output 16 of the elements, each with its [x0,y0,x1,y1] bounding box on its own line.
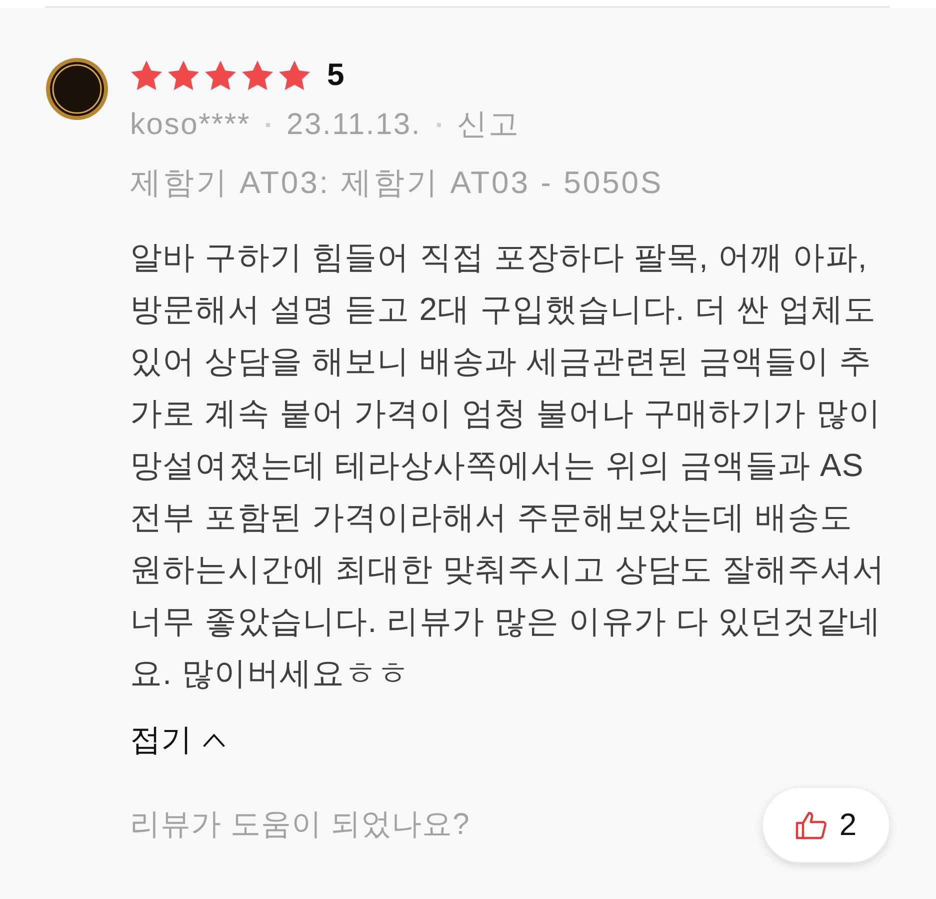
product-option: 제함기 AT03: 제함기 AT03 - 5050S [130,165,896,201]
avatar-icon [45,57,109,121]
star-icon [278,60,311,90]
helpful-question: 리뷰가 도움이 되었나요? [130,807,470,843]
star-icon [130,60,163,90]
thumbs-up-icon [795,810,828,840]
star-icon [167,60,200,90]
author-name: koso**** [130,107,250,143]
star-icon [204,60,237,90]
rating-score: 5 [327,57,344,93]
star-icon [241,60,274,90]
review-text: 알바 구하기 힘들어 직접 포장하다 팔목, 어깨 아파, 방문해서 설명 듣고 2대 구입했습니다. 더 싼 업체도 있어 상담을 해보니 배송과 세금관련된 금액들이 추가로 계속 붙어 가격이 엄청 불어나 구매하기가 많이 망설여졌는데 테라상사쪽에서는 위의 금액들과 AS 전부 포함된 가격이라해서 주문해보았는데 배송도 원하는시간에 최대한 맞춰주시고 상담도 잘해주셔서 너무 좋았습니다. 리뷰가 많은 이유가 다 있던것같네요. 많이버세요ㅎㅎ [130,238,886,693]
review-date: 23.11.13. [286,107,422,143]
chevron-up-icon [202,732,226,748]
helpful-button[interactable]: 2 [762,787,890,863]
collapse-button[interactable]: 접기 [130,720,226,760]
